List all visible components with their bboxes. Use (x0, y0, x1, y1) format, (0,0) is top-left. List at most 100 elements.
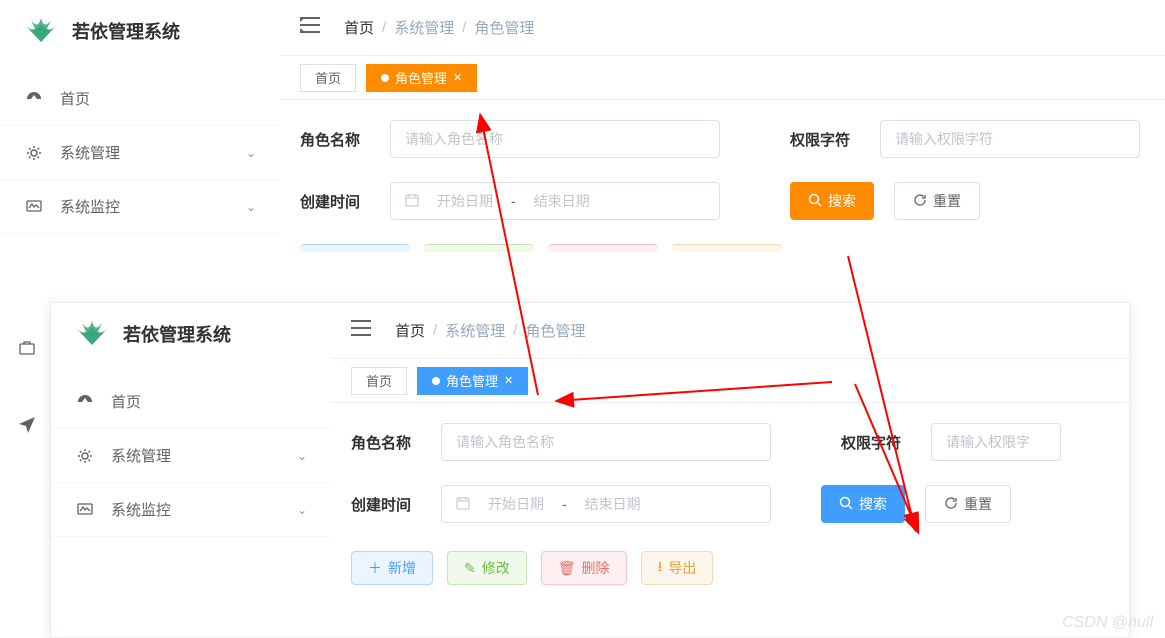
breadcrumb-group[interactable]: 系统管理 (445, 320, 505, 341)
tab-active-dot-icon (381, 74, 389, 82)
calendar-icon (456, 496, 470, 513)
sidebar-item-system[interactable]: 系统管理 ⌄ (0, 126, 280, 180)
breadcrumb-home[interactable]: 首页 (395, 320, 425, 341)
sidebar-item-home[interactable]: 首页 (51, 375, 331, 429)
send-icon[interactable] (18, 415, 36, 438)
download-icon: ⭳ (658, 556, 663, 580)
monitor-icon (75, 502, 95, 518)
dashboard-icon (24, 91, 44, 107)
app-logo: 若依管理系统 (0, 0, 280, 62)
delete-button[interactable]: 🗑删除 (541, 551, 627, 585)
placeholder-text: 请输入角色名称 (456, 432, 554, 452)
hamburger-icon[interactable] (300, 17, 320, 38)
chevron-down-icon: ⌄ (246, 200, 256, 214)
hamburger-icon[interactable] (351, 320, 371, 341)
chevron-down-icon: ⌄ (297, 503, 307, 517)
sidebar: 若依管理系统 首页 系统管理 ⌄ 系统监控 ⌄ (51, 303, 331, 637)
tab-active-dot-icon (432, 377, 440, 385)
button-label: 新增 (388, 558, 416, 578)
action-row: ＋ 新增 ✎ 修改 🗑删除 ⭳导出 (331, 547, 1129, 589)
date-sep: - (562, 496, 567, 512)
perm-key-input[interactable]: 请输入权限字符 (880, 120, 1140, 158)
logo-icon (75, 321, 109, 347)
app-logo: 若依管理系统 (51, 303, 331, 365)
date-range-input[interactable]: 开始日期 - 结束日期 (390, 182, 720, 220)
edit-button[interactable]: ✎ 修改 (447, 551, 527, 585)
date-end-placeholder: 结束日期 (534, 191, 590, 211)
main-area: 首页 / 系统管理 / 角色管理 首页 角色管理 ✕ 角色名称 请输入角色名称 … (280, 0, 1165, 252)
calendar-icon (405, 193, 419, 210)
tab-home[interactable]: 首页 (300, 64, 356, 92)
perm-key-label: 权限字符 (841, 432, 911, 453)
perm-key-label: 权限字符 (790, 129, 860, 150)
perm-key-input[interactable]: 请输入权限字 (931, 423, 1061, 461)
role-name-input[interactable]: 请输入角色名称 (441, 423, 771, 461)
refresh-icon (944, 496, 958, 513)
button-label: 修改 (482, 558, 510, 578)
sidebar-item-label: 系统监控 (111, 499, 297, 520)
role-name-input[interactable]: 请输入角色名称 (390, 120, 720, 158)
logo-icon (24, 18, 58, 44)
plus-icon: ＋ (368, 558, 382, 578)
tool-icon[interactable] (18, 340, 36, 363)
sidebar-extra-icons (18, 340, 36, 438)
search-button[interactable]: 搜索 (790, 182, 874, 220)
search-button[interactable]: 搜索 (821, 485, 905, 523)
button-label: 重置 (964, 494, 992, 514)
button-label: 删除 (582, 558, 610, 578)
edit-icon: ✎ (464, 560, 476, 577)
create-time-label: 创建时间 (351, 494, 421, 515)
search-form: 角色名称 请输入角色名称 权限字符 请输入权限字符 创建时间 开始日期 - 结束… (280, 100, 1165, 220)
close-icon[interactable]: ✕ (453, 71, 462, 84)
sidebar-item-home[interactable]: 首页 (0, 72, 280, 126)
tab-home[interactable]: 首页 (351, 367, 407, 395)
chevron-down-icon: ⌄ (246, 146, 256, 160)
main-area: 首页 / 系统管理 / 角色管理 首页 角色管理 ✕ 角色名称 请输入角色名称 … (331, 303, 1129, 589)
action-row-partial (280, 244, 1165, 252)
breadcrumb-group[interactable]: 系统管理 (394, 17, 454, 38)
sidebar-item-label: 系统管理 (60, 142, 246, 163)
tab-role-manage[interactable]: 角色管理 ✕ (366, 64, 477, 92)
date-range-input[interactable]: 开始日期 - 结束日期 (441, 485, 771, 523)
tab-label: 首页 (315, 68, 341, 87)
breadcrumb: 首页 / 系统管理 / 角色管理 (344, 17, 534, 38)
date-start-placeholder: 开始日期 (437, 191, 493, 211)
tabs-bar: 首页 角色管理 ✕ (280, 56, 1165, 100)
role-name-label: 角色名称 (300, 129, 370, 150)
app-title: 若依管理系统 (123, 321, 231, 347)
sidebar-item-label: 首页 (111, 391, 307, 412)
breadcrumb-page: 角色管理 (474, 17, 534, 38)
breadcrumb-home[interactable]: 首页 (344, 17, 374, 38)
refresh-icon (913, 193, 927, 210)
tabs-bar: 首页 角色管理 ✕ (331, 359, 1129, 403)
sidebar-menu: 首页 系统管理 ⌄ 系统监控 ⌄ (51, 365, 331, 547)
export-button[interactable]: ⭳导出 (641, 551, 714, 585)
close-icon[interactable]: ✕ (504, 374, 513, 387)
button-label: 导出 (668, 558, 696, 578)
placeholder-text: 请输入权限字 (946, 432, 1030, 452)
reset-button[interactable]: 重置 (894, 182, 980, 220)
sidebar-item-monitor[interactable]: 系统监控 ⌄ (51, 483, 331, 537)
placeholder-text: 请输入权限字符 (895, 129, 993, 149)
create-time-label: 创建时间 (300, 191, 370, 212)
button-label: 重置 (933, 191, 961, 211)
sidebar-item-label: 首页 (60, 88, 256, 109)
placeholder-text: 请输入角色名称 (405, 129, 503, 149)
sidebar-item-label: 系统监控 (60, 196, 246, 217)
breadcrumb-page: 角色管理 (525, 320, 585, 341)
breadcrumb: 首页 / 系统管理 / 角色管理 (395, 320, 585, 341)
tab-label: 首页 (366, 371, 392, 390)
date-sep: - (511, 193, 516, 209)
tab-label: 角色管理 (395, 68, 447, 87)
tab-role-manage[interactable]: 角色管理 ✕ (417, 367, 528, 395)
gear-icon (24, 145, 44, 161)
reset-button[interactable]: 重置 (925, 485, 1011, 523)
gear-icon (75, 448, 95, 464)
breadcrumb-sep: / (433, 322, 437, 339)
add-button[interactable]: ＋ 新增 (351, 551, 433, 585)
sidebar-item-monitor[interactable]: 系统监控 ⌄ (0, 180, 280, 234)
sidebar-item-system[interactable]: 系统管理 ⌄ (51, 429, 331, 483)
search-icon (808, 193, 822, 210)
button-label: 搜索 (859, 494, 887, 514)
monitor-icon (24, 199, 44, 215)
